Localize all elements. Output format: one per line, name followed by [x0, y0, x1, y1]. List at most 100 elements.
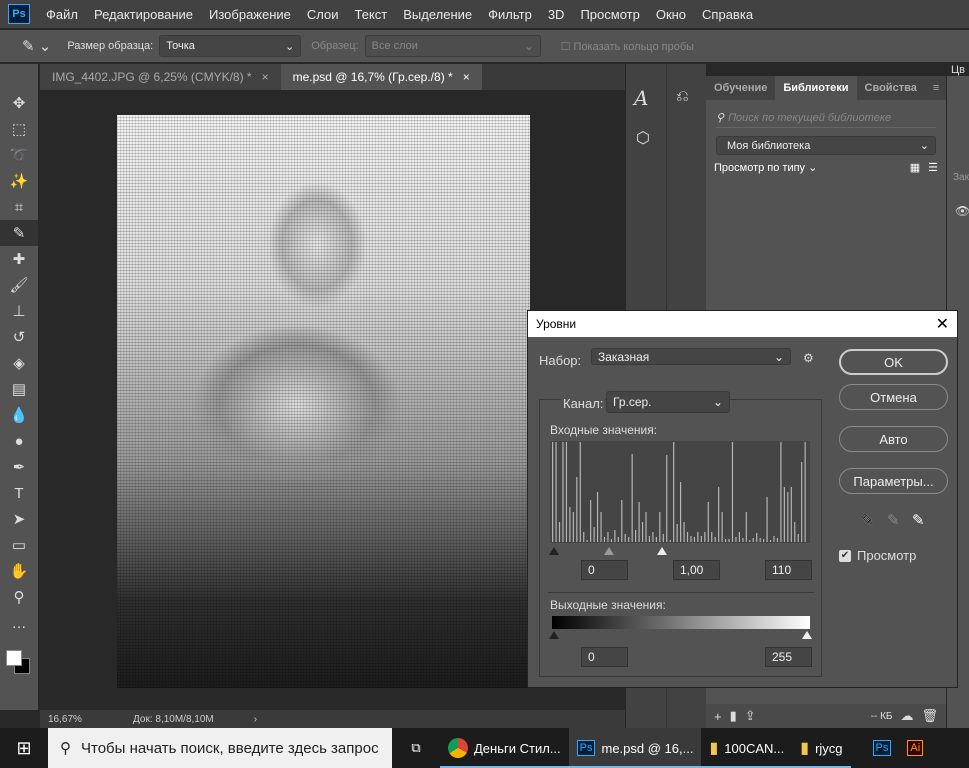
3d-panel-icon[interactable]: ⬡	[636, 128, 650, 148]
menu-select[interactable]: Выделение	[403, 7, 472, 22]
black-point-eyedropper-icon[interactable]: ✎	[861, 511, 874, 529]
tab-me-psd[interactable]: me.psd @ 16,7% (Гр.сер./8) * ×	[280, 64, 482, 90]
menu-edit[interactable]: Редактирование	[94, 7, 193, 22]
input-gamma-field[interactable]: 1,00	[673, 560, 720, 580]
history-brush-icon[interactable]: ↺	[0, 324, 38, 350]
cancel-button[interactable]: Отмена	[839, 384, 948, 410]
color-swatches[interactable]	[6, 650, 32, 676]
path-select-icon[interactable]: ➤	[0, 506, 38, 532]
character-panel-icon[interactable]: A	[634, 86, 648, 110]
input-white-slider[interactable]	[657, 547, 667, 555]
histogram-bar	[735, 537, 737, 542]
start-button[interactable]: ⊞	[0, 728, 48, 768]
eye-icon[interactable]: 👁	[955, 204, 969, 218]
sample-size-select[interactable]: Точка ⌄	[159, 35, 302, 57]
menu-help[interactable]: Справка	[702, 7, 753, 22]
gradient-icon[interactable]: ▤	[0, 376, 38, 402]
menu-3d[interactable]: 3D	[548, 7, 565, 22]
taskbar-item-folder-100can[interactable]: ▮ 100CAN...	[701, 728, 793, 768]
ok-button[interactable]: OK	[839, 349, 948, 375]
input-black-field[interactable]: 0	[581, 560, 628, 580]
folder-icon[interactable]: ▮	[730, 708, 737, 724]
preset-value: Заказная	[598, 349, 650, 364]
task-view-button[interactable]: ⧉	[392, 728, 440, 768]
panel-menu-icon[interactable]: ≡	[925, 76, 947, 100]
eyedropper-icon[interactable]: ✎	[0, 220, 38, 246]
output-white-field[interactable]: 255	[765, 647, 812, 667]
list-view-icon[interactable]: ☰	[928, 161, 938, 174]
taskbar-item-label: Деньги Стил...	[474, 740, 561, 756]
taskbar-item-chrome[interactable]: Деньги Стил...	[440, 728, 569, 768]
stamp-icon[interactable]: ⊥	[0, 298, 38, 324]
eyedropper-icon[interactable]: ✎ ⌄	[22, 37, 51, 55]
library-select[interactable]: Моя библиотека ⌄	[716, 136, 936, 155]
gear-icon[interactable]: ⚙	[803, 351, 814, 365]
close-icon[interactable]: ×	[262, 70, 269, 84]
tab-libraries[interactable]: Библиотеки	[775, 76, 857, 100]
histogram-bar	[783, 487, 785, 542]
menu-filter[interactable]: Фильтр	[488, 7, 532, 22]
tab-img-4402[interactable]: IMG_4402.JPG @ 6,25% (CMYK/8) * ×	[40, 64, 281, 90]
brush-icon[interactable]: 🖌	[0, 272, 38, 298]
menu-file[interactable]: Файл	[46, 7, 78, 22]
input-black-slider[interactable]	[549, 547, 559, 555]
taskbar-item-folder-rjycg[interactable]: ▮ rjycg	[792, 728, 851, 768]
upload-icon[interactable]: ⇪	[745, 708, 756, 724]
view-by-type-dropdown[interactable]: Просмотр по типу ⌄	[714, 161, 817, 174]
zoom-icon[interactable]: ⚲	[0, 584, 38, 610]
gray-point-eyedropper-icon[interactable]: ✎	[887, 511, 900, 529]
tab-learn[interactable]: Обучение	[706, 76, 775, 100]
grid-view-icon[interactable]: ▦	[910, 161, 920, 174]
input-gamma-slider[interactable]	[604, 547, 614, 555]
white-point-eyedropper-icon[interactable]: ✎	[912, 511, 925, 529]
menu-layers[interactable]: Слои	[307, 7, 339, 22]
chevron-right-icon[interactable]: ›	[254, 714, 257, 725]
taskbar-item-photoshop[interactable]: Ps me.psd @ 16,...	[568, 728, 702, 768]
hand-icon[interactable]: ✋	[0, 558, 38, 584]
pen-icon[interactable]: ✒	[0, 454, 38, 480]
channel-select[interactable]: Гр.сер. ⌄	[606, 391, 730, 413]
history-panel-icon[interactable]: ⎌	[676, 88, 689, 106]
marquee-icon[interactable]: ⬚	[0, 116, 38, 142]
search-icon: ⚲	[60, 740, 71, 757]
zoom-level[interactable]: 16,67%	[48, 714, 133, 725]
menu-view[interactable]: Просмотр	[580, 7, 639, 22]
trash-icon[interactable]: 🗑	[921, 708, 938, 724]
sample-select[interactable]: Все слои ⌄	[364, 35, 541, 57]
tab-color[interactable]: Цв	[951, 64, 965, 76]
histogram-bar	[707, 502, 709, 542]
dodge-icon[interactable]: ●	[0, 428, 38, 454]
document-image[interactable]	[117, 115, 530, 688]
close-icon[interactable]: ×	[463, 70, 470, 84]
menu-image[interactable]: Изображение	[209, 7, 291, 22]
cloud-icon[interactable]: ☁	[900, 708, 913, 724]
tab-properties[interactable]: Свойства	[857, 76, 925, 100]
options-button[interactable]: Параметры...	[839, 468, 948, 494]
healing-icon[interactable]: ✚	[0, 246, 38, 272]
library-search-input[interactable]: ⚲ Поиск по текущей библиотеке	[716, 108, 936, 128]
eraser-icon[interactable]: ◈	[0, 350, 38, 376]
taskbar-item-photoshop-pinned[interactable]: Ps	[865, 728, 900, 768]
taskbar-search-input[interactable]: ⚲ Чтобы начать поиск, введите здесь запро…	[48, 728, 392, 768]
type-icon[interactable]: T	[0, 480, 38, 506]
magic-wand-icon[interactable]: ✨	[0, 168, 38, 194]
output-black-slider[interactable]	[549, 631, 559, 639]
rectangle-icon[interactable]: ▭	[0, 532, 38, 558]
preset-select[interactable]: Заказная ⌄	[591, 348, 791, 365]
input-white-field[interactable]: 110	[765, 560, 812, 580]
lasso-icon[interactable]: ➰	[0, 142, 38, 168]
close-icon[interactable]: ✕	[936, 314, 949, 334]
add-icon[interactable]: +	[714, 709, 722, 724]
blur-icon[interactable]: 💧	[0, 402, 38, 428]
menu-window[interactable]: Окно	[656, 7, 686, 22]
move-icon[interactable]: ✥	[0, 90, 38, 116]
output-black-field[interactable]: 0	[581, 647, 628, 667]
crop-icon[interactable]: ⌗	[0, 194, 38, 220]
show-ring-checkbox[interactable]: ☐ Показать кольцо пробы	[561, 40, 694, 53]
taskbar-item-illustrator[interactable]: Ai	[899, 728, 931, 768]
menu-type[interactable]: Текст	[355, 7, 388, 22]
more-icon[interactable]: …	[0, 610, 38, 636]
auto-button[interactable]: Авто	[839, 426, 948, 452]
preview-checkbox[interactable]: ✔ Просмотр	[839, 548, 916, 563]
output-white-slider[interactable]	[802, 631, 812, 639]
